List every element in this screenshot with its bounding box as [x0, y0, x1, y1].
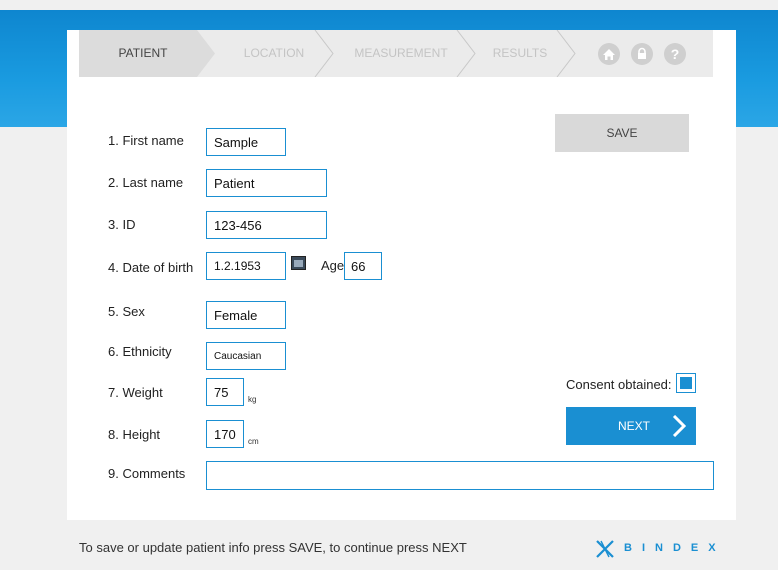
next-button[interactable]: NEXT: [566, 407, 696, 445]
consent-checkbox[interactable]: [676, 373, 696, 393]
id-label: 3. ID: [108, 217, 136, 232]
tab-results[interactable]: RESULTS: [477, 30, 563, 77]
sex-label: 5. Sex: [108, 304, 145, 319]
weight-field[interactable]: 75: [206, 378, 244, 406]
age-field[interactable]: 66: [344, 252, 382, 280]
ethnicity-field[interactable]: Caucasian: [206, 342, 286, 370]
weight-unit: kg: [248, 395, 257, 404]
next-button-label: NEXT: [618, 419, 651, 433]
tab-location[interactable]: LOCATION: [219, 30, 329, 77]
tab-measurement[interactable]: MEASUREMENT: [341, 30, 461, 77]
last-name-label: 2. Last name: [108, 175, 184, 190]
consent-label: Consent obtained:: [566, 377, 672, 392]
home-icon[interactable]: [598, 43, 620, 65]
last-name-field[interactable]: Patient: [206, 169, 327, 197]
save-button[interactable]: SAVE: [555, 114, 689, 152]
footer-hint: To save or update patient info press SAV…: [79, 540, 467, 555]
wizard-steps: PATIENT LOCATION MEASUREMENT RESULTS ?: [79, 30, 713, 77]
help-icon[interactable]: ?: [664, 43, 686, 65]
sex-field[interactable]: Female: [206, 301, 286, 329]
ethnicity-label: 6. Ethnicity: [108, 344, 172, 359]
brand-name: BINDEX: [624, 542, 726, 554]
height-field[interactable]: 170: [206, 420, 244, 448]
height-unit: cm: [248, 437, 259, 446]
chevron-right-icon: [672, 415, 686, 437]
lock-icon[interactable]: [631, 43, 653, 65]
tab-patient[interactable]: PATIENT: [79, 30, 207, 77]
first-name-label: 1. First name: [108, 133, 184, 148]
dob-label: 4. Date of birth: [108, 260, 194, 275]
bindex-logo-icon: [596, 540, 614, 558]
dob-field[interactable]: 1.2.1953: [206, 252, 286, 280]
height-label: 8. Height: [108, 427, 161, 442]
comments-label: 9. Comments: [108, 466, 186, 481]
weight-label: 7. Weight: [108, 385, 163, 400]
first-name-field[interactable]: Sample: [206, 128, 286, 156]
comments-field[interactable]: [206, 461, 714, 490]
id-field[interactable]: 123-456: [206, 211, 327, 239]
form-card: [67, 30, 736, 520]
age-label: Age: [321, 258, 345, 273]
calendar-icon[interactable]: [291, 256, 306, 270]
